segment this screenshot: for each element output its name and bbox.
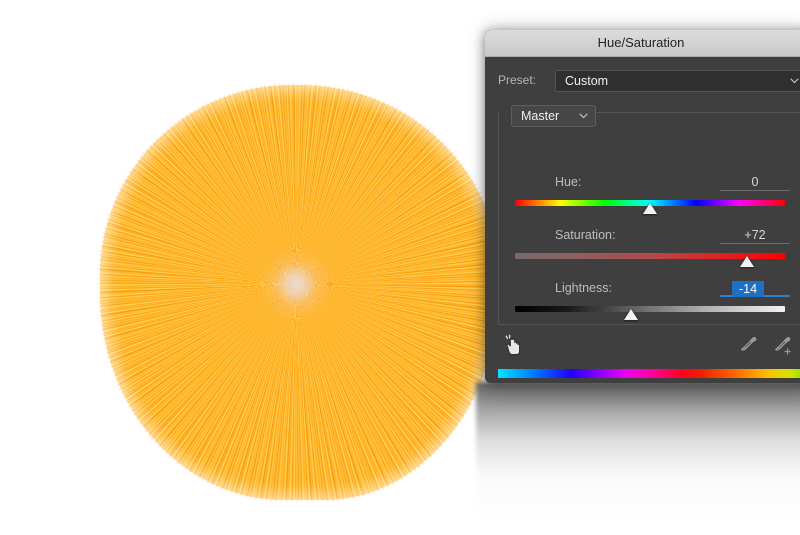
preset-label: Preset: xyxy=(498,73,536,87)
saturation-value-field[interactable]: +72 xyxy=(720,227,790,244)
panel-drop-shadow-lower xyxy=(476,382,800,532)
lightness-slider-thumb[interactable] xyxy=(624,309,638,320)
color-range-spectrum-top xyxy=(498,369,800,378)
lightness-label: Lightness: xyxy=(555,281,612,295)
dialog-body: Preset: Custom Master Hue: xyxy=(485,57,800,383)
channel-dropdown[interactable]: Master xyxy=(511,105,596,127)
hue-value-field[interactable]: 0 xyxy=(720,174,790,191)
preset-dropdown[interactable]: Custom xyxy=(555,70,800,92)
lightness-slider-track[interactable] xyxy=(515,306,785,312)
hand-pointing-icon[interactable] xyxy=(503,334,523,356)
lightness-value: -14 xyxy=(732,281,764,297)
hue-slider-thumb[interactable] xyxy=(643,203,657,214)
chevron-down-icon xyxy=(790,78,799,84)
eyedropper-icon[interactable] xyxy=(740,336,757,353)
chevron-down-icon xyxy=(579,113,588,119)
screenshot-root: Hue/Saturation Preset: Custom Master xyxy=(0,0,800,535)
tool-row xyxy=(498,333,800,361)
hue-label: Hue: xyxy=(555,175,581,189)
saturation-label: Saturation: xyxy=(555,228,615,242)
saturation-slider-thumb[interactable] xyxy=(740,256,754,267)
hue-saturation-dialog[interactable]: Hue/Saturation Preset: Custom Master xyxy=(485,30,800,383)
dialog-title: Hue/Saturation xyxy=(485,30,800,56)
hue-value: 0 xyxy=(720,174,790,190)
preset-row: Preset: Custom xyxy=(498,70,800,92)
dialog-titlebar[interactable]: Hue/Saturation xyxy=(485,30,800,57)
channel-selected-value: Master xyxy=(521,109,559,123)
fruit-slice-image xyxy=(100,85,500,500)
eyedropper-plus-icon[interactable] xyxy=(774,336,793,355)
preset-selected-value: Custom xyxy=(565,74,608,88)
saturation-value: +72 xyxy=(720,227,790,243)
lightness-value-field[interactable]: -14 xyxy=(720,280,790,297)
